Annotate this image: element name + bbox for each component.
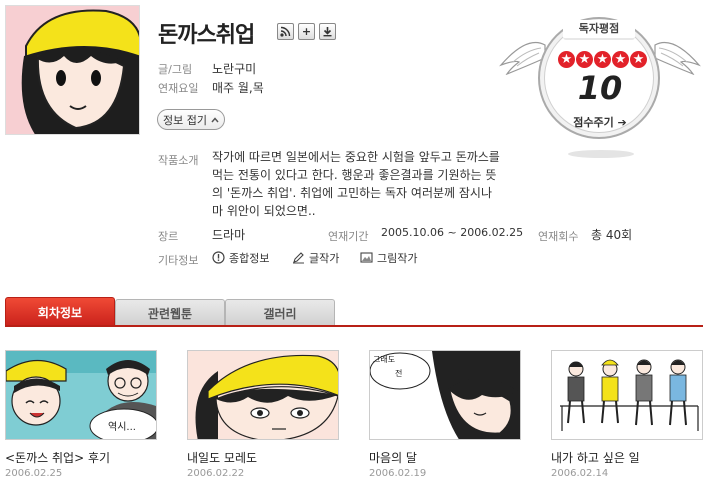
etc-link-writer[interactable]: 글작가 [292,250,339,267]
genre-value: 드라마 [212,228,246,242]
episode-thumbnail[interactable] [551,350,703,440]
star-icon: ★ [630,51,647,68]
episode-thumbnail[interactable] [187,350,339,440]
episode-date: 2006.02.14 [551,468,609,479]
count-label: 연재회수 [538,230,579,243]
etc-link-artist-label: 그림작가 [377,252,418,265]
rss-icon[interactable] [277,23,294,40]
tab-underline [5,325,703,327]
thumbnail-illustration [6,6,139,134]
info-circle-icon [212,251,225,267]
tab-episodes-label: 회차정보 [37,306,83,320]
episode-title[interactable]: 마음의 달 [369,449,521,466]
chevron-up-icon [211,113,219,126]
series-title: 돈까스취업 [158,23,255,48]
tab-bar: 회차정보 관련웹툰 갤러리 [5,297,335,327]
download-icon[interactable] [319,23,336,40]
days-label: 연재요일 [158,82,199,95]
synopsis-label: 작품소개 [158,154,199,167]
tab-gallery[interactable]: 갤러리 [225,299,335,327]
episode-card[interactable]: 그래도전 마음의 달 2006.02.19 [369,350,521,479]
info-toggle-label: 정보 접기 [163,113,207,127]
episode-date: 2006.02.22 [187,468,245,479]
etc-link-overview[interactable]: 종합정보 [212,250,269,267]
episode-thumbnail[interactable]: 그래도전 [369,350,521,440]
series-thumbnail[interactable] [5,5,140,135]
arrow-right-icon: ➔ [617,116,627,129]
info-toggle-button[interactable]: 정보 접기 [157,109,225,130]
episode-card[interactable]: 내일도 모레도 2006.02.22 [187,350,339,479]
episode-thumbnail[interactable]: 역시... [5,350,157,440]
tab-gallery-label: 갤러리 [263,307,297,321]
star-icon: ★ [576,51,593,68]
right-wing-icon [653,30,703,78]
pencil-icon [292,251,305,267]
etc-link-artist[interactable]: 그림작가 [360,250,417,267]
episode-date: 2006.02.19 [369,468,427,479]
etc-label: 기타정보 [158,254,199,267]
star-icon: ★ [612,51,629,68]
author-value[interactable]: 노란구미 [212,60,256,77]
episode-title[interactable]: 내가 하고 싶은 일 [551,449,703,466]
episode-title[interactable]: <돈까스 취업> 후기 [5,449,157,466]
count-value: 총 40회 [591,228,633,242]
rate-button[interactable]: 점수주기 ➔ [568,114,632,130]
episode-title[interactable]: 내일도 모레도 [187,449,339,466]
etc-link-overview-label: 종합정보 [229,252,270,265]
synopsis-text: 작가에 따르면 일본에서는 중요한 시험을 앞두고 돈까스를 먹는 전통이 있다… [212,150,500,218]
star-icon: ★ [594,51,611,68]
period-label: 연재기간 [328,230,369,243]
episode-bubble-text: 역시... [108,421,136,433]
picture-icon [360,251,373,267]
tab-related-label: 관련웹툰 [147,307,193,321]
episode-card[interactable]: 역시... <돈까스 취업> 후기 2006.02.25 [5,350,157,479]
rating-score: 10 [577,69,623,107]
plus-icon[interactable]: + [298,23,315,40]
period-value: 2005.10.06 ~ 2006.02.25 [381,226,524,239]
badge-shadow [568,150,634,158]
star-icon: ★ [558,51,575,68]
days-value: 매주 월,목 [212,81,264,95]
etc-link-writer-label: 글작가 [309,252,340,265]
rating-title: 독자평점 [563,20,635,40]
author-label: 글/그림 [158,63,193,76]
tab-related[interactable]: 관련웹툰 [115,299,225,327]
genre-label: 장르 [158,230,179,243]
rate-button-label: 점수주기 [573,116,614,129]
tab-episodes[interactable]: 회차정보 [5,297,115,327]
rating-stars: ★ ★ ★ ★ ★ [558,51,647,68]
episode-card[interactable]: 내가 하고 싶은 일 2006.02.14 [551,350,703,479]
episode-date: 2006.02.25 [5,468,63,479]
title-toolbar: + [277,23,336,40]
